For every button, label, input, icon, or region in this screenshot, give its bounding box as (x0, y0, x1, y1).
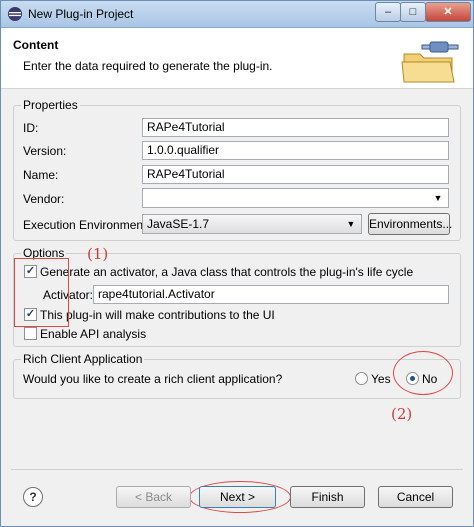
footer-separator (11, 469, 463, 470)
properties-group-label: Properties (21, 98, 80, 112)
exec-env-value: JavaSE-1.7 (147, 217, 210, 231)
vendor-combo[interactable]: ▼ (142, 188, 449, 208)
generate-activator-label[interactable]: Generate an activator, a Java class that… (40, 265, 413, 279)
wizard-header: Content Enter the data required to gener… (1, 28, 473, 89)
ui-contributions-label[interactable]: This plug-in will make contributions to … (40, 308, 275, 322)
name-label: Name: (23, 168, 59, 182)
version-field[interactable]: 1.0.0.qualifier (142, 141, 449, 160)
minimize-button[interactable]: – (375, 2, 401, 22)
maximize-button[interactable]: □ (400, 2, 426, 22)
exec-env-combo[interactable]: JavaSE-1.7 ▼ (142, 214, 362, 234)
title-bar[interactable]: New Plug-in Project – □ ✕ (1, 1, 473, 28)
annotation-box-checkboxes (14, 258, 69, 327)
close-button[interactable]: ✕ (425, 2, 471, 22)
page-description: Enter the data required to generate the … (23, 59, 273, 73)
annotation-step-2: (2) (391, 405, 413, 423)
page-title: Content (13, 38, 59, 52)
yes-radio[interactable] (355, 372, 368, 385)
cancel-button[interactable]: Cancel (378, 486, 453, 508)
help-icon[interactable]: ? (23, 487, 43, 507)
activator-field[interactable]: rape4tutorial.Activator (93, 285, 449, 304)
exec-env-label: Execution Environment: (23, 218, 150, 232)
wizard-window: New Plug-in Project – □ ✕ Content Enter … (0, 0, 474, 527)
window-title: New Plug-in Project (28, 7, 134, 21)
api-analysis-label[interactable]: Enable API analysis (40, 327, 146, 341)
back-button[interactable]: < Back (116, 486, 191, 508)
id-field[interactable]: RAPe4Tutorial (142, 118, 449, 137)
next-button[interactable]: Next > (199, 486, 276, 508)
eclipse-icon (8, 7, 22, 21)
finish-button[interactable]: Finish (290, 486, 365, 508)
rca-question: Would you like to create a rich client a… (23, 372, 283, 386)
rca-group-label: Rich Client Application (21, 352, 145, 366)
plugin-folder-wizard-icon (401, 41, 459, 83)
environments-button[interactable]: Environments... (368, 213, 452, 235)
api-analysis-checkbox[interactable] (24, 327, 37, 340)
annotation-step-1: (1) (87, 245, 109, 263)
name-field[interactable]: RAPe4Tutorial (142, 165, 449, 184)
annotation-ellipse-no (393, 351, 453, 395)
chevron-down-icon[interactable]: ▼ (431, 190, 445, 206)
chevron-down-icon[interactable]: ▼ (344, 216, 358, 232)
yes-label[interactable]: Yes (371, 372, 391, 386)
vendor-label: Vendor: (23, 192, 65, 206)
version-label: Version: (23, 144, 67, 158)
id-label: ID: (23, 121, 39, 135)
